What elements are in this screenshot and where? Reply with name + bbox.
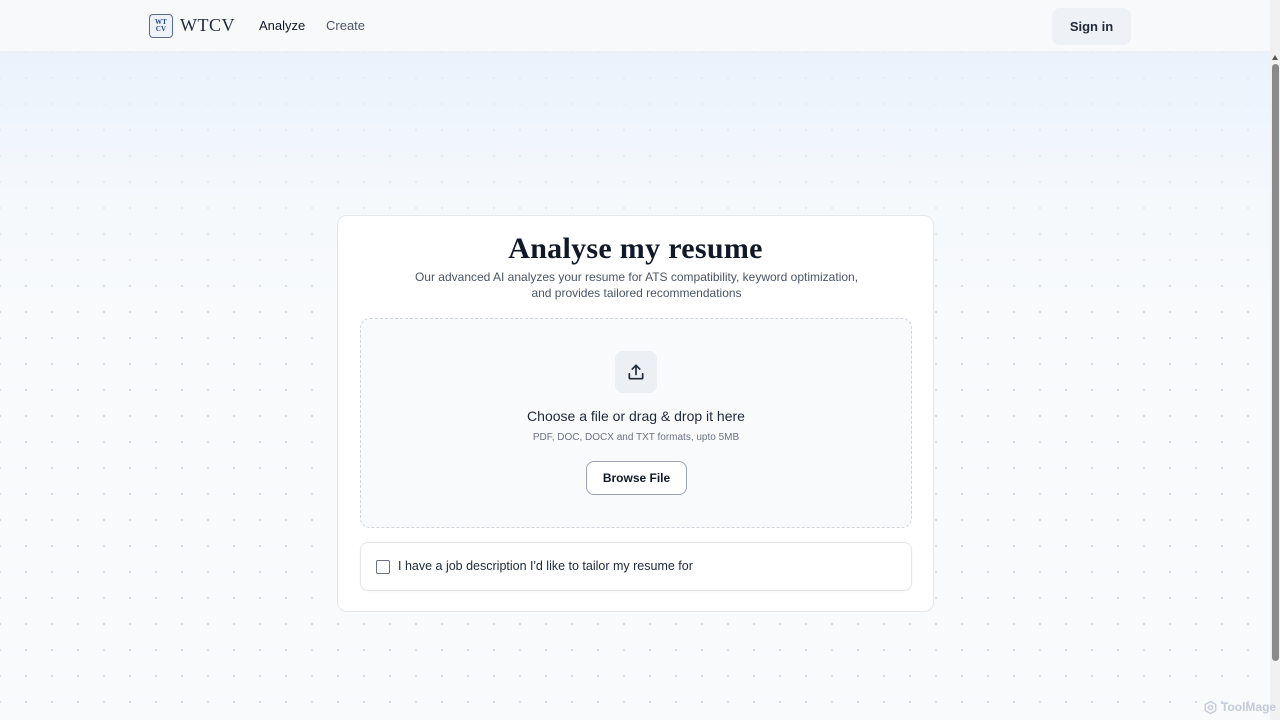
- page-subtitle: Our advanced AI analyzes your resume for…: [408, 269, 865, 301]
- sign-in-button[interactable]: Sign in: [1052, 8, 1131, 45]
- scrollbar-thumb[interactable]: [1272, 64, 1279, 661]
- logo-text[interactable]: WTCV: [180, 15, 235, 36]
- job-description-checkbox[interactable]: [376, 560, 390, 574]
- nav-link-create[interactable]: Create: [326, 18, 365, 33]
- watermark: ToolMage: [1203, 699, 1276, 715]
- page-title: Analyse my resume: [508, 232, 763, 265]
- dropzone-format-hint: PDF, DOC, DOCX and TXT formats, upto 5MB: [532, 432, 740, 443]
- subtitle-line-1: Our advanced AI analyzes your resume for…: [414, 270, 859, 284]
- analyse-resume-card: Analyse my resume Our advanced AI analyz…: [337, 215, 934, 612]
- subtitle-line-2: and provides tailored recommendations: [531, 286, 742, 300]
- top-navbar: WT CV WTCV Analyze Create Sign in: [0, 0, 1270, 52]
- watermark-logo-icon: [1204, 700, 1217, 714]
- logo-mark-bottom: CV: [155, 25, 167, 33]
- upload-icon: [615, 351, 657, 393]
- job-description-label[interactable]: I have a job description I'd like to tai…: [398, 559, 693, 573]
- nav-link-analyze[interactable]: Analyze: [259, 18, 305, 33]
- dropzone-title: Choose a file or drag & drop it here: [527, 408, 745, 424]
- watermark-text: ToolMage: [1221, 700, 1277, 714]
- browse-file-button[interactable]: Browse File: [586, 461, 687, 495]
- file-dropzone[interactable]: Choose a file or drag & drop it here PDF…: [360, 318, 912, 528]
- job-description-option[interactable]: I have a job description I'd like to tai…: [360, 542, 912, 591]
- logo-icon[interactable]: WT CV: [149, 14, 173, 38]
- scroll-up-arrow-icon[interactable]: [1272, 55, 1278, 60]
